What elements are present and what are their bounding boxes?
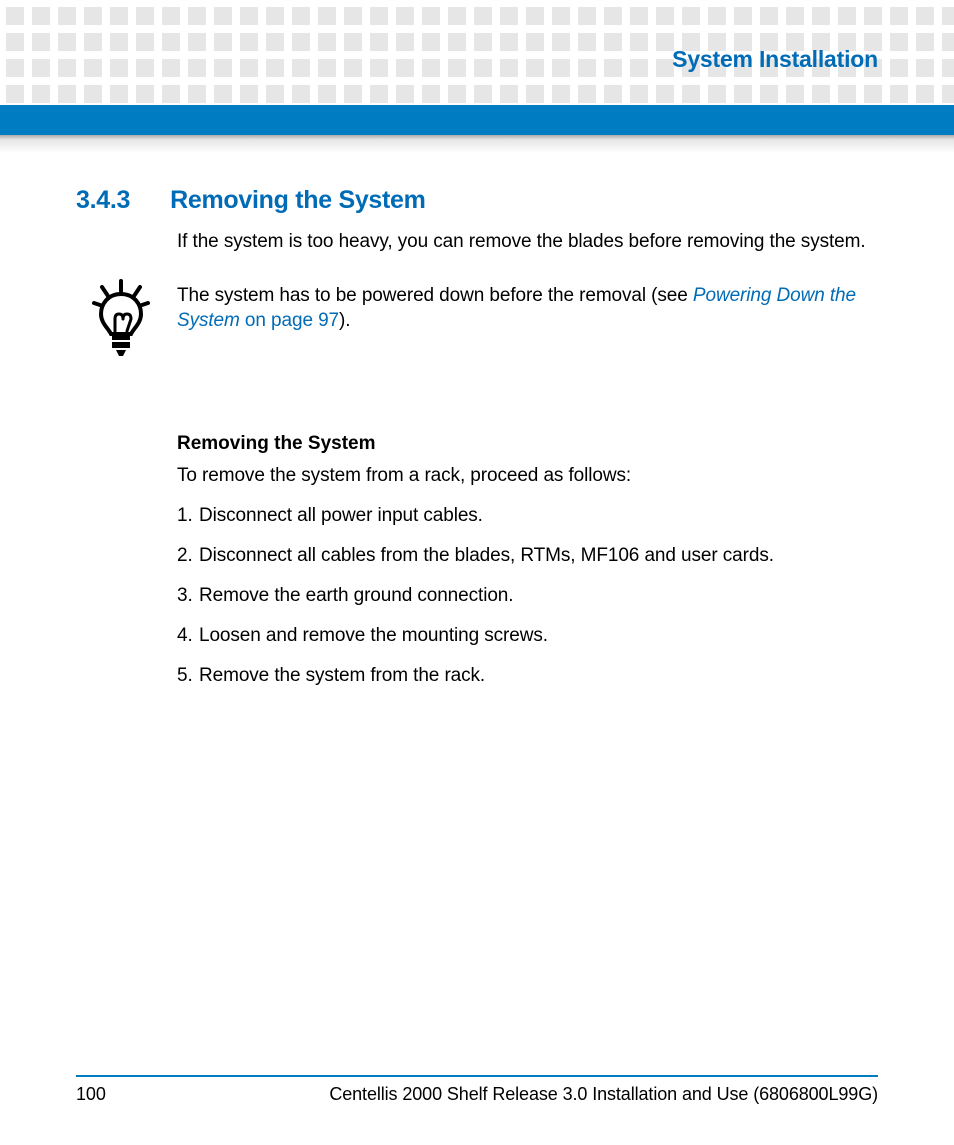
header-shadow	[0, 135, 954, 153]
list-item: 5. Remove the system from the rack.	[177, 665, 878, 687]
procedure-heading: Removing the System	[177, 433, 878, 455]
doc-title-footer: Centellis 2000 Shelf Release 3.0 Install…	[329, 1084, 878, 1105]
section-number: 3.4.3	[76, 186, 130, 215]
step-number: 3.	[177, 585, 199, 607]
intro-paragraph: If the system is too heavy, you can remo…	[177, 229, 878, 255]
list-item: 4. Loosen and remove the mounting screws…	[177, 625, 878, 647]
lightbulb-icon	[90, 279, 152, 364]
page-header: System Installation	[672, 46, 878, 73]
tip-text-prefix: The system has to be powered down before…	[177, 285, 693, 306]
step-text: Remove the earth ground connection.	[199, 585, 513, 606]
step-text: Disconnect all power input cables.	[199, 505, 483, 526]
section-title: Removing the System	[170, 186, 425, 215]
tip-paragraph: The system has to be powered down before…	[76, 283, 878, 334]
step-number: 2.	[177, 545, 199, 567]
header-bar	[0, 105, 954, 135]
step-number: 5.	[177, 665, 199, 687]
page-number: 100	[76, 1084, 106, 1105]
tip-text-suffix: ).	[339, 310, 350, 331]
step-text: Loosen and remove the mounting screws.	[199, 625, 548, 646]
tip-link-trail[interactable]: on page 97	[240, 310, 339, 331]
step-number: 4.	[177, 625, 199, 647]
header-title: System Installation	[672, 46, 878, 73]
footer-rule	[76, 1075, 878, 1077]
procedure-lead: To remove the system from a rack, procee…	[177, 465, 878, 487]
list-item: 3. Remove the earth ground connection.	[177, 585, 878, 607]
step-number: 1.	[177, 505, 199, 527]
list-item: 1. Disconnect all power input cables.	[177, 505, 878, 527]
procedure-steps: 1. Disconnect all power input cables. 2. …	[177, 505, 878, 687]
step-text: Disconnect all cables from the blades, R…	[199, 545, 774, 566]
step-text: Remove the system from the rack.	[199, 665, 485, 686]
list-item: 2. Disconnect all cables from the blades…	[177, 545, 878, 567]
